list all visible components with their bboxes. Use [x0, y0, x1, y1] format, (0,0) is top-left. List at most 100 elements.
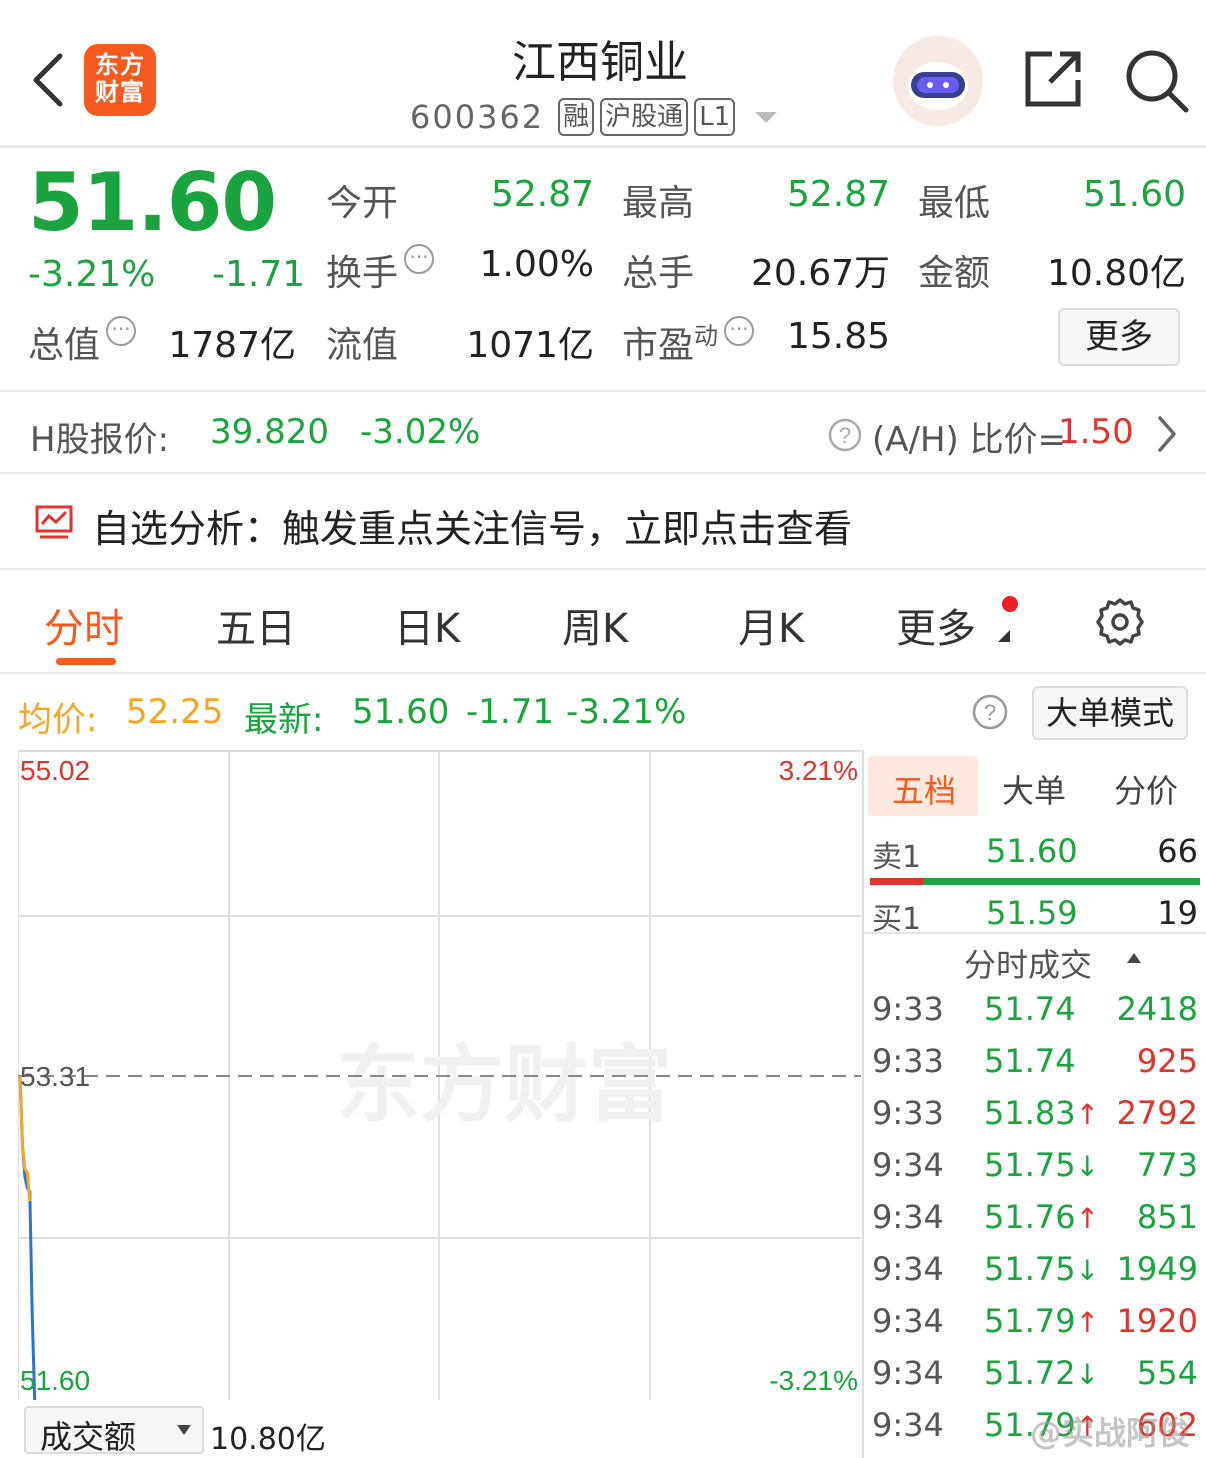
intraday-chart[interactable]: 东方财富 55.02 53.31 51.60 3.21% -3.21% — [17, 750, 861, 1401]
buy-ratio-fill — [870, 878, 923, 885]
tab-price-dist[interactable]: 分价 — [1114, 766, 1178, 812]
tick-price: 51.75↓ — [984, 1146, 1100, 1184]
volume-value: 20.67万 — [750, 253, 890, 294]
back-arrow-icon[interactable] — [28, 52, 68, 108]
ah-ratio-label: (A/H) 比价= — [872, 420, 1067, 460]
tick-row: 9:34 51.75↓ 1949 — [864, 1246, 1206, 1298]
tick-time: 9:33 — [872, 990, 944, 1028]
pct-min-label: -3.21% — [769, 1365, 858, 1396]
tick-qty: 1920 — [1116, 1302, 1198, 1340]
tick-row: 9:33 51.74 925 — [864, 1038, 1206, 1090]
tick-time: 9:33 — [872, 1094, 944, 1132]
analysis-alert[interactable]: 自选分析：触发重点关注信号，立即点击查看 — [0, 474, 1206, 570]
tick-row: 9:34 51.75↓ 773 — [864, 1142, 1206, 1194]
h-share-label: H股报价: — [30, 420, 170, 460]
tick-qty: 925 — [1136, 1042, 1198, 1080]
total-value: 1787亿 — [168, 325, 296, 366]
chart-watermark: 东方财富 — [336, 1036, 672, 1134]
level-tag: L1 — [694, 98, 736, 136]
high-value: 52.87 — [786, 174, 890, 215]
tab-five-day[interactable]: 五日 — [216, 596, 296, 654]
svg-text:?: ? — [839, 423, 851, 448]
tick-row: 9:33 51.83↑ 2792 — [864, 1090, 1206, 1142]
buy-sell-ratio-bar — [870, 878, 1200, 885]
h-share-change: -3.02% — [360, 412, 481, 452]
volume-label: 总手 — [622, 253, 695, 294]
app-logo[interactable]: 东方 财富 — [84, 44, 156, 116]
volume-row: 成交额 10.80亿 — [0, 1400, 860, 1458]
total-value-label[interactable]: 总值 ··· — [28, 316, 137, 368]
avg-label: 均价: — [18, 700, 98, 740]
tab-big-order[interactable]: 大单 — [1002, 766, 1066, 812]
question-circle-icon[interactable]: ? — [828, 418, 862, 452]
tab-weekly-k[interactable]: 周K — [562, 596, 628, 654]
search-icon[interactable] — [1124, 48, 1190, 114]
h-share-bar[interactable]: H股报价: 39.820 -3.02% ? (A/H) 比价= 1.50 — [0, 390, 1206, 474]
robot-avatar-icon[interactable] — [893, 36, 983, 126]
turnover-label-text: 换手 — [326, 253, 399, 294]
ah-ratio-value: 1.50 — [1058, 412, 1134, 452]
h-share-price: 39.820 — [210, 412, 329, 452]
share-icon[interactable] — [1022, 48, 1084, 110]
sort-up-icon[interactable] — [1126, 952, 1142, 964]
divider — [864, 932, 1206, 934]
low-label: 最低 — [918, 183, 991, 224]
tab-monthly-k[interactable]: 月K — [738, 596, 804, 654]
change-percent: -3.21% — [28, 254, 156, 295]
tick-price: 51.75↓ — [984, 1250, 1100, 1288]
active-tab-indicator — [56, 658, 116, 665]
question-circle-icon[interactable]: ? — [972, 694, 1008, 730]
float-value-label: 流值 — [326, 325, 399, 366]
weibo-watermark: @实战阿俊 — [1030, 1414, 1191, 1452]
stock-subtitle[interactable]: 600362 融 沪股通 L1 — [410, 96, 778, 138]
tick-qty: 554 — [1136, 1354, 1198, 1392]
latest-change: -1.71 — [466, 692, 554, 732]
tick-qty: 2792 — [1116, 1094, 1198, 1132]
chart-period-tabs: 分时 五日 日K 周K 月K 更多 — [0, 570, 1206, 674]
tick-row: 9:34 51.76↑ 851 — [864, 1194, 1206, 1246]
stock-name: 江西铜业 — [512, 37, 688, 88]
tick-qty: 851 — [1136, 1198, 1198, 1236]
tick-time: 9:34 — [872, 1354, 944, 1392]
tick-price: 51.83↑ — [984, 1094, 1100, 1132]
tab-daily-k[interactable]: 日K — [394, 596, 460, 654]
latest-pct: -3.21% — [566, 692, 687, 732]
turnover-label[interactable]: 换手 ··· — [326, 244, 435, 296]
pe-label[interactable]: 市盈动 ··· — [622, 316, 755, 368]
pe-value: 15.85 — [786, 316, 890, 357]
info-circle-icon[interactable]: ··· — [724, 316, 755, 346]
tab-more[interactable]: 更多 — [896, 596, 976, 654]
ticks-title[interactable]: 分时成交 — [964, 940, 1092, 986]
intraday-chart-svg: 东方财富 55.02 53.31 51.60 3.21% -3.21% — [17, 752, 861, 1401]
pe-label-text: 市盈 — [622, 325, 695, 366]
chevron-right-icon[interactable] — [1156, 414, 1178, 454]
amount-value: 10.80亿 — [1046, 253, 1186, 294]
info-circle-icon[interactable]: ··· — [404, 244, 435, 274]
more-quote-button[interactable]: 更多 — [1058, 308, 1180, 366]
pe-superscript: 动 — [694, 322, 719, 350]
tick-time: 9:34 — [872, 1302, 944, 1340]
chart-header: 均价: 52.25 最新: 51.60 -1.71 -3.21% ? 大单模式 — [0, 680, 1206, 748]
notification-dot — [1002, 596, 1018, 612]
tick-qty: 2418 — [1116, 990, 1198, 1028]
tick-row: 9:34 51.79↑ 1920 — [864, 1298, 1206, 1350]
tick-time: 9:33 — [872, 1042, 944, 1080]
info-circle-icon[interactable]: ··· — [106, 316, 137, 346]
pct-max-label: 3.21% — [779, 755, 858, 786]
tick-time: 9:34 — [872, 1198, 944, 1236]
volume-selector[interactable]: 成交额 — [24, 1406, 204, 1456]
tab-level5[interactable]: 五档 — [892, 766, 956, 812]
stock-code: 600362 — [410, 98, 545, 136]
y-min-label: 51.60 — [20, 1365, 90, 1396]
open-value: 52.87 — [490, 174, 594, 215]
sell1-price: 51.60 — [986, 832, 1078, 870]
latest-value: 51.60 — [352, 692, 450, 732]
tick-price: 51.74 — [984, 990, 1076, 1028]
low-value: 51.60 — [1082, 174, 1186, 215]
gear-icon[interactable] — [1094, 596, 1146, 648]
tick-price: 51.76↑ — [984, 1198, 1100, 1236]
avg-value: 52.25 — [126, 692, 224, 732]
open-label: 今开 — [326, 183, 399, 224]
big-order-mode-button[interactable]: 大单模式 — [1032, 686, 1188, 740]
tab-intraday[interactable]: 分时 — [44, 596, 124, 654]
